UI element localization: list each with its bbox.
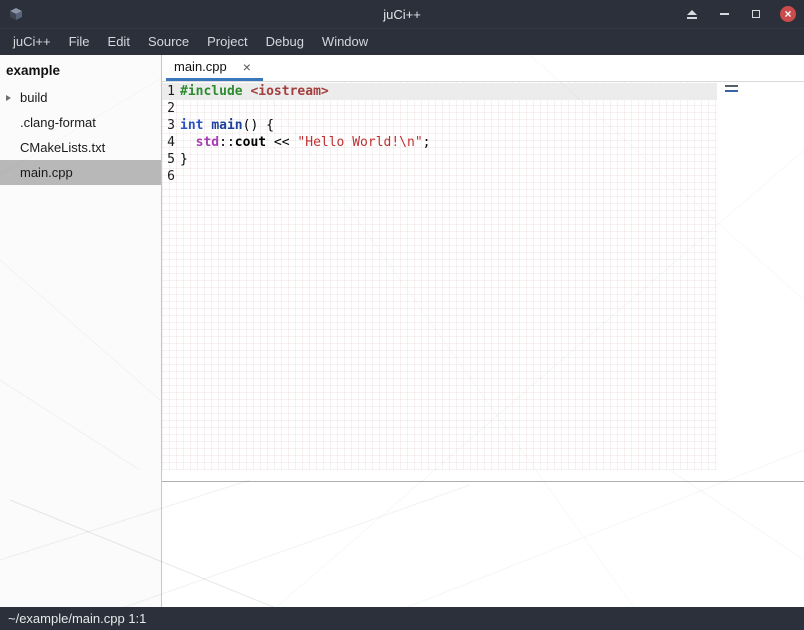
tree-item-label: CMakeLists.txt [20,140,105,155]
tab-label: main.cpp [174,59,227,74]
line-text [175,100,180,117]
code-token: "Hello World!\n" [297,135,422,150]
code-token: :: [219,135,235,150]
code-token: std [196,135,219,150]
menu-item-source[interactable]: Source [139,29,198,54]
code-token: int [180,118,203,133]
line-number: 5 [165,151,175,168]
close-button[interactable]: × [780,6,796,22]
file-tree-panel: example build .clang-format CMakeLists.txt… [0,55,162,607]
tab-bar: main.cpp × [162,55,804,82]
window-controls: × [684,6,796,22]
restore-button[interactable] [748,6,764,22]
line-number: 6 [165,168,175,185]
code-lines: 1#include <iostream>23int main() {4 std:… [162,83,717,185]
code-line-5[interactable]: 5} [162,151,717,168]
line-number: 2 [165,100,175,117]
minimize-icon [720,13,729,15]
tree-item-label: build [20,90,47,105]
status-text: ~/example/main.cpp 1:1 [8,611,146,626]
app-window: juCi++ × juCi++FileEditSourceProjectDebu… [0,0,804,630]
line-text: std::cout << "Hello World!\n"; [175,134,430,151]
tree-item-label: main.cpp [20,165,73,180]
line-text: int main() { [175,117,274,134]
menu-item-file[interactable]: File [60,29,99,54]
status-bar: ~/example/main.cpp 1:1 [0,607,804,630]
restore-icon [752,10,760,18]
tab-close-icon[interactable]: × [243,60,251,74]
project-root-label: example [0,55,161,85]
editor-pane: main.cpp × 1#include <iostream>23int mai… [162,55,804,607]
code-line-6[interactable]: 6 [162,168,717,185]
code-line-1[interactable]: 1#include <iostream> [162,83,717,100]
code-line-4[interactable]: 4 std::cout << "Hello World!\n"; [162,134,717,151]
line-text: #include <iostream> [175,83,329,100]
line-number: 4 [165,134,175,151]
code-line-3[interactable]: 3int main() { [162,117,717,134]
output-panel [162,482,804,607]
line-text [175,168,180,185]
code-token: cout [235,135,266,150]
content-area: example build .clang-format CMakeLists.txt… [0,55,804,607]
tree-item-build[interactable]: build [0,85,161,110]
code-token: } [180,152,188,167]
app-logo-icon [8,6,26,22]
tree-item-label: .clang-format [20,115,96,130]
code-token: () { [243,118,274,133]
overview-mark [725,85,738,87]
code-line-2[interactable]: 2 [162,100,717,117]
line-text: } [175,151,188,168]
tab-main-cpp[interactable]: main.cpp × [166,55,263,81]
tree-item-cmakelists-txt[interactable]: CMakeLists.txt [0,135,161,160]
menu-bar: juCi++FileEditSourceProjectDebugWindow [0,28,804,55]
tree-item-main-cpp[interactable]: main.cpp [0,160,161,185]
menu-item-juci-[interactable]: juCi++ [4,29,60,54]
code-token [180,135,196,150]
line-number: 1 [165,83,175,100]
tree-item--clang-format[interactable]: .clang-format [0,110,161,135]
code-token: main [211,118,242,133]
title-bar[interactable]: juCi++ × [0,0,804,28]
line-number: 3 [165,117,175,134]
file-tree: build .clang-format CMakeLists.txt main.cpp [0,85,161,185]
code-token: << [266,135,297,150]
minimize-button[interactable] [716,6,732,22]
code-editor[interactable]: 1#include <iostream>23int main() {4 std:… [162,82,804,481]
menu-item-edit[interactable]: Edit [99,29,139,54]
overview-mark [725,90,738,92]
code-token: ; [423,135,431,150]
menu-item-debug[interactable]: Debug [257,29,313,54]
overview-ruler [725,85,738,95]
eject-icon [687,10,697,15]
keep-above-button[interactable] [684,6,700,22]
code-token: <iostream> [250,84,328,99]
menu-item-window[interactable]: Window [313,29,377,54]
code-token: #include [180,84,243,99]
expander-icon[interactable] [6,95,20,101]
menu-item-project[interactable]: Project [198,29,256,54]
